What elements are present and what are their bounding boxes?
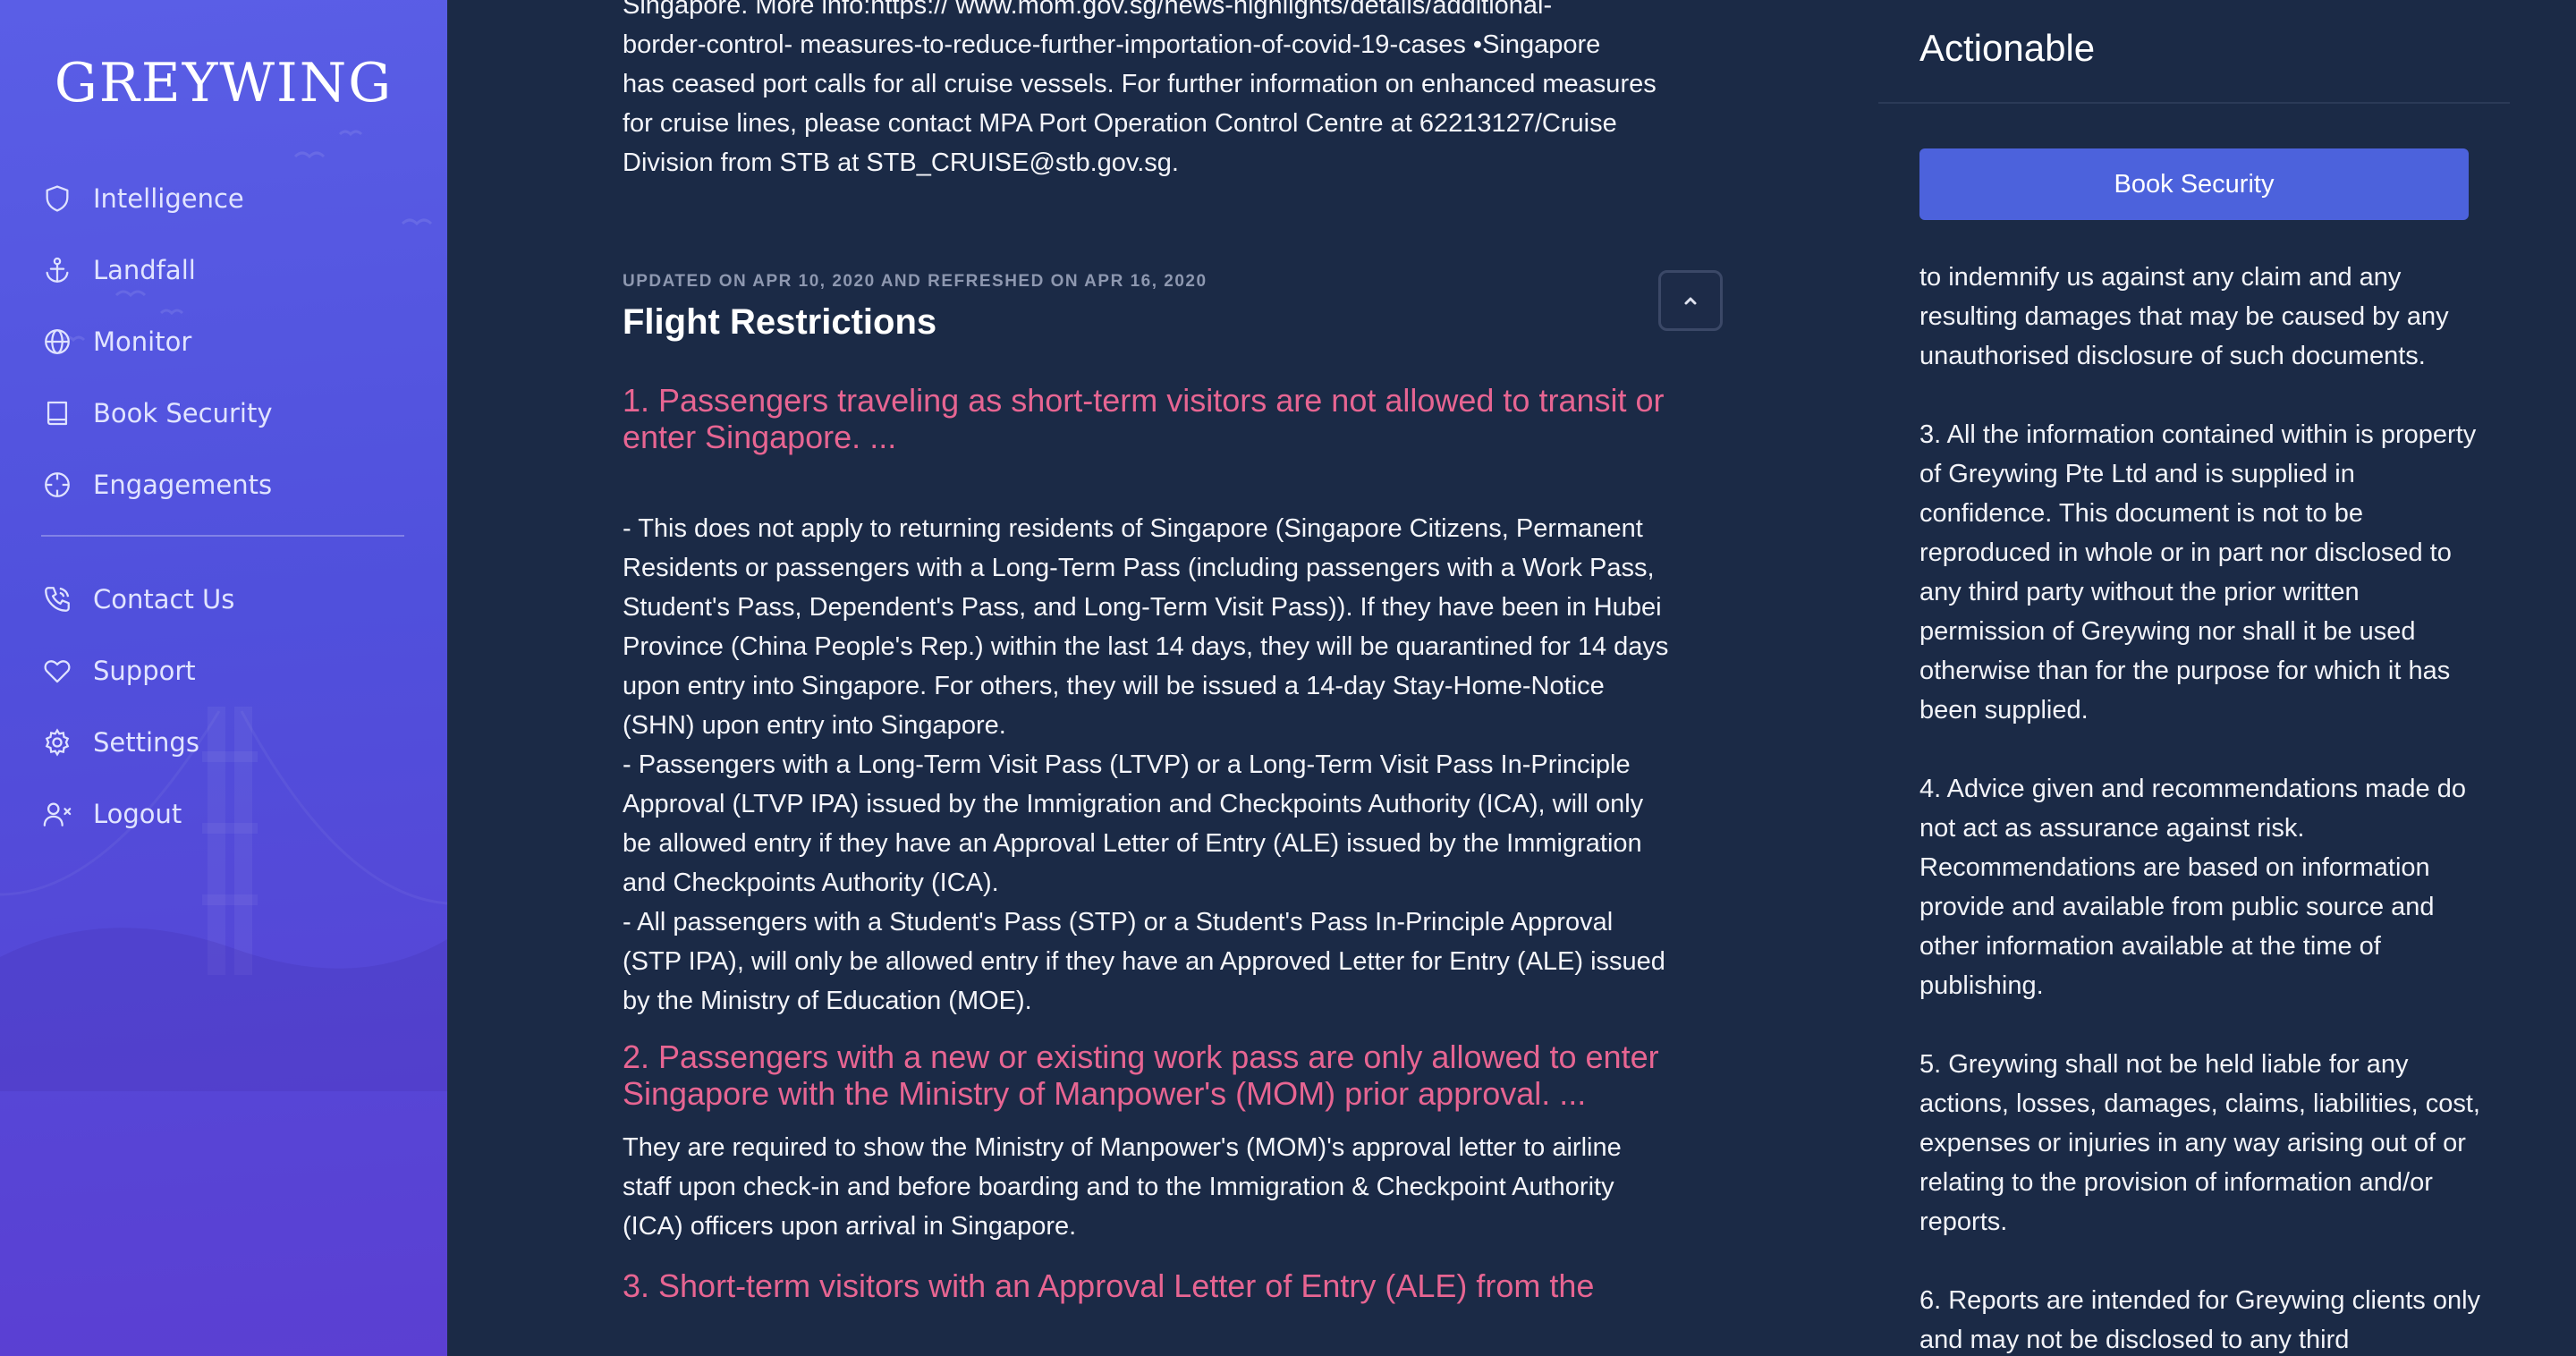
- book-security-button[interactable]: Book Security: [1919, 148, 2469, 220]
- gear-icon: [41, 726, 73, 759]
- terms-paragraph: 6. Reports are intended for Greywing cli…: [1919, 1286, 2481, 1354]
- terms-text: to indemnify us against any claim and an…: [1919, 258, 2483, 1356]
- heart-icon: [41, 655, 73, 687]
- shield-icon: [41, 182, 73, 215]
- phone-icon: [41, 583, 73, 615]
- sidebar-item-logout[interactable]: Logout: [41, 792, 408, 835]
- collapse-section-button[interactable]: [1658, 270, 1723, 331]
- sidebar-item-intelligence[interactable]: Intelligence: [41, 177, 408, 220]
- restriction-heading[interactable]: 3. Short-term visitors with an Approval …: [623, 1267, 1723, 1304]
- main-nav: Intelligence Landfall Monitor Book Secur…: [41, 177, 408, 864]
- sidebar-item-label: Engagements: [93, 470, 273, 500]
- updated-timestamp: UPDATED ON APR 10, 2020 AND REFRESHED ON…: [623, 272, 1208, 291]
- sidebar-item-landfall[interactable]: Landfall: [41, 249, 408, 292]
- terms-paragraph: 4. Advice given and recommendations made…: [1919, 775, 2466, 1000]
- nav-divider: [41, 535, 404, 537]
- crosshair-icon: [41, 469, 73, 501]
- sidebar-item-monitor[interactable]: Monitor: [41, 320, 408, 363]
- sidebar-item-label: Settings: [93, 727, 199, 758]
- chevron-up-icon: [1684, 297, 1697, 305]
- greywing-logo[interactable]: GREYWING: [0, 52, 447, 114]
- sidebar-item-label: Support: [93, 656, 196, 686]
- restrictions-content: Singapore. More info:https:// www.mom.go…: [623, 0, 1723, 1304]
- sidebar-item-settings[interactable]: Settings: [41, 721, 408, 764]
- actionable-panel: Actionable Book Security to indemnify us…: [1878, 0, 2576, 1356]
- anchor-icon: [41, 254, 73, 286]
- restriction-body: They are required to show the Ministry o…: [623, 1133, 1622, 1241]
- book-icon: [41, 397, 73, 429]
- sidebar-item-label: Contact Us: [93, 584, 235, 614]
- sidebar-item-contact-us[interactable]: Contact Us: [41, 578, 408, 621]
- globe-icon: [41, 326, 73, 358]
- terms-paragraph: to indemnify us against any claim and an…: [1919, 263, 2449, 370]
- panel-divider: [1878, 102, 2510, 104]
- main-content: Singapore. More info:https:// www.mom.go…: [447, 0, 1878, 1356]
- sidebar-item-label: Logout: [93, 799, 182, 829]
- sidebar-item-label: Monitor: [93, 326, 192, 357]
- user-x-icon: [41, 798, 73, 830]
- terms-paragraph: 5. Greywing shall not be held liable for…: [1919, 1050, 2480, 1236]
- sidebar-item-support[interactable]: Support: [41, 649, 408, 692]
- sidebar-item-label: Book Security: [93, 398, 273, 428]
- sidebar: GREYWING Intelligence Landfall Monitor B…: [0, 0, 447, 1356]
- restriction-heading[interactable]: 2. Passengers with a new or existing wor…: [623, 1038, 1723, 1112]
- terms-paragraph: 3. All the information contained within …: [1919, 420, 2477, 725]
- section-title: Flight Restrictions: [623, 302, 937, 342]
- intro-text: Singapore. More info:https:// www.mom.go…: [623, 0, 1657, 177]
- restriction-body: - This does not apply to returning resid…: [623, 514, 1669, 1015]
- sidebar-item-book-security[interactable]: Book Security: [41, 392, 408, 435]
- sidebar-item-label: Intelligence: [93, 183, 244, 214]
- sidebar-item-label: Landfall: [93, 255, 196, 285]
- actionable-title: Actionable: [1919, 27, 2096, 69]
- restriction-heading[interactable]: 1. Passengers traveling as short-term vi…: [623, 382, 1723, 455]
- sidebar-item-engagements[interactable]: Engagements: [41, 463, 408, 506]
